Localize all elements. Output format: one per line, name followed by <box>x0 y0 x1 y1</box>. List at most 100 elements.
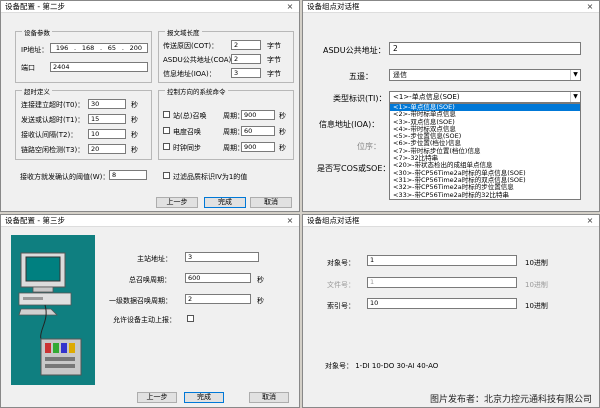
t1-unit: 秒 <box>131 116 138 124</box>
t0-field[interactable]: 30 <box>88 99 126 109</box>
energy-call-checkbox[interactable] <box>163 127 170 134</box>
cancel-button[interactable]: 取消 <box>250 197 292 208</box>
total-call-field[interactable]: 600 <box>185 273 251 283</box>
type-select[interactable]: <1>-单点信息(SOE) ▼ <box>389 91 581 103</box>
object-legend: 对象号： 1-DI 10-DO 30-AI 40-AO <box>325 362 439 370</box>
config-step2-window: 设备配置 - 第二步 × 设备参数 IP地址： 196. 168. 65. 20… <box>0 0 300 212</box>
total-call-unit: 秒 <box>257 276 264 284</box>
file-number-field[interactable]: 1 <box>367 277 517 288</box>
chevron-down-icon: ▼ <box>570 70 580 80</box>
ip-label: IP地址： <box>21 46 49 54</box>
t2-unit: 秒 <box>131 131 138 139</box>
window-title: 设备组点对话框 <box>307 216 360 225</box>
period-unit: 秒 <box>279 112 286 120</box>
level1-call-unit: 秒 <box>257 297 264 305</box>
quality-filter-label: 过滤品质标识IV为1的值 <box>173 173 248 181</box>
energy-period-field[interactable]: 60 <box>241 126 275 136</box>
group-title: 控制方向的系统命令 <box>165 86 228 96</box>
station-label: 主站地址： <box>137 255 172 263</box>
t2-field[interactable]: 10 <box>88 129 126 139</box>
asdu-field[interactable]: 2 <box>389 42 581 55</box>
computer-icon <box>18 252 82 376</box>
total-call-label: 总召唤周期： <box>129 276 171 284</box>
group-label: 五遥： <box>349 72 373 81</box>
close-icon[interactable]: × <box>285 2 295 11</box>
t2-label: 接收认间隔(T2)： <box>21 131 78 139</box>
title-bar: 设备组点对话框 × <box>303 215 599 227</box>
point-dialog-window: 设备组点对话框 × ASDU公共地址： 2 五遥： 遥信 ▼ 类型标识(TI)：… <box>302 0 600 212</box>
type-value: <1>-单点信息(SOE) <box>393 93 460 101</box>
commands-group: 控制方向的系统命令 站(总)召唤 周期： 900 秒 电度召唤 周期： 60 秒… <box>158 86 294 160</box>
threshold-label: 接收方就发确认的阈值(W)： <box>20 173 110 181</box>
cot-unit: 字节 <box>267 42 281 50</box>
cancel-button[interactable]: 取消 <box>249 392 289 403</box>
ip-octet: 200 <box>129 44 143 52</box>
title-bar: 设备配置 - 第三步 × <box>1 215 299 227</box>
msg-length-group: 报文域长度 传送原因(COT)： 2 字节 ASDU公共地址(COA)： 2 字… <box>158 27 294 83</box>
cmd-label: 站(总)召唤 <box>173 112 207 120</box>
station-call-checkbox[interactable] <box>163 111 170 118</box>
period-unit: 秒 <box>279 128 286 136</box>
file-radix: 10进制 <box>525 281 548 289</box>
period-unit: 秒 <box>279 144 286 152</box>
t0-label: 连接建立超时(T0)： <box>21 101 85 109</box>
level1-call-field[interactable]: 2 <box>185 294 251 304</box>
close-icon[interactable]: × <box>285 216 295 225</box>
ip-octet: 65 <box>107 44 117 52</box>
station-period-field[interactable]: 900 <box>241 110 275 120</box>
allow-report-checkbox[interactable] <box>187 315 194 322</box>
type-dropdown-list[interactable]: <1>-单点信息(SOE) <2>-带时标单点信息 <3>-双点信息(SOE) … <box>389 103 581 200</box>
ip-address-field[interactable]: 196. 168. 65. 200 <box>50 43 148 53</box>
ip-octet: 168 <box>81 44 95 52</box>
ioa-field[interactable]: 3 <box>231 68 261 78</box>
prev-button[interactable]: 上一步 <box>156 197 198 208</box>
object-number-field[interactable]: 1 <box>367 255 517 266</box>
group-select[interactable]: 遥信 ▼ <box>389 69 581 81</box>
finish-button[interactable]: 完成 <box>204 197 246 208</box>
publisher-watermark: 图片发布者：北京力控元通科技有限公司 <box>429 395 592 405</box>
index-number-field[interactable]: 10 <box>367 298 517 309</box>
window-title: 设备配置 - 第二步 <box>5 2 65 11</box>
group-title: 设备参数 <box>22 27 52 37</box>
clock-period-field[interactable]: 900 <box>241 142 275 152</box>
t0-unit: 秒 <box>131 101 138 109</box>
computer-illustration <box>11 235 95 385</box>
station-address-field[interactable]: 3 <box>185 252 259 262</box>
close-icon[interactable]: × <box>585 2 595 11</box>
object-label: 对象号： <box>327 259 355 267</box>
group-title: 报文域长度 <box>165 27 202 37</box>
cot-label: 传送原因(COT)： <box>163 42 219 50</box>
port-label: 端口 <box>21 64 35 72</box>
close-icon[interactable]: × <box>585 216 595 225</box>
level1-call-label: 一级数据召唤周期： <box>109 297 172 305</box>
config-step3-window: 设备配置 - 第三步 × 主站地址： 3 总召唤周期： 600 秒 一级数据召唤… <box>0 214 300 408</box>
title-bar: 设备配置 - 第二步 × <box>1 1 299 13</box>
finish-button[interactable]: 完成 <box>184 392 224 403</box>
type-label: 类型标识(TI)： <box>333 94 387 103</box>
port-field[interactable]: 2404 <box>50 62 148 72</box>
coa-unit: 字节 <box>267 56 281 64</box>
object-radix: 10进制 <box>525 259 548 267</box>
group-value: 遥信 <box>393 71 407 79</box>
quality-filter-checkbox[interactable] <box>163 172 170 179</box>
cot-field[interactable]: 2 <box>231 40 261 50</box>
cmd-label: 电度召唤 <box>173 128 201 136</box>
t3-label: 链路空闲检测(T3)： <box>21 146 85 154</box>
group-title: 超时定义 <box>22 86 52 96</box>
t1-field[interactable]: 15 <box>88 114 126 124</box>
index-label: 索引号： <box>327 302 355 310</box>
timeouts-group: 超时定义 连接建立超时(T0)： 30 秒 发送或认超时(T1)： 15 秒 接… <box>15 86 152 160</box>
clock-sync-checkbox[interactable] <box>163 143 170 150</box>
threshold-field[interactable]: 8 <box>109 170 147 180</box>
coa-label: ASDU公共地址(COA)： <box>163 56 239 64</box>
device-params-group: 设备参数 IP地址： 196. 168. 65. 200 端口 2404 <box>15 27 152 83</box>
index-radix: 10进制 <box>525 302 548 310</box>
t3-field[interactable]: 20 <box>88 144 126 154</box>
file-label: 文件号： <box>327 281 355 289</box>
title-bar: 设备组点对话框 × <box>303 1 599 13</box>
dropdown-option[interactable]: <33>-带CP56Time2a时标的32比特串 <box>390 191 580 199</box>
object-dialog-window: 设备组点对话框 × 对象号： 1 10进制 文件号： 1 10进制 索引号： 1… <box>302 214 600 408</box>
cos-label: 是否写COS或SOE： <box>317 164 391 173</box>
prev-button[interactable]: 上一步 <box>137 392 177 403</box>
coa-field[interactable]: 2 <box>231 54 261 64</box>
